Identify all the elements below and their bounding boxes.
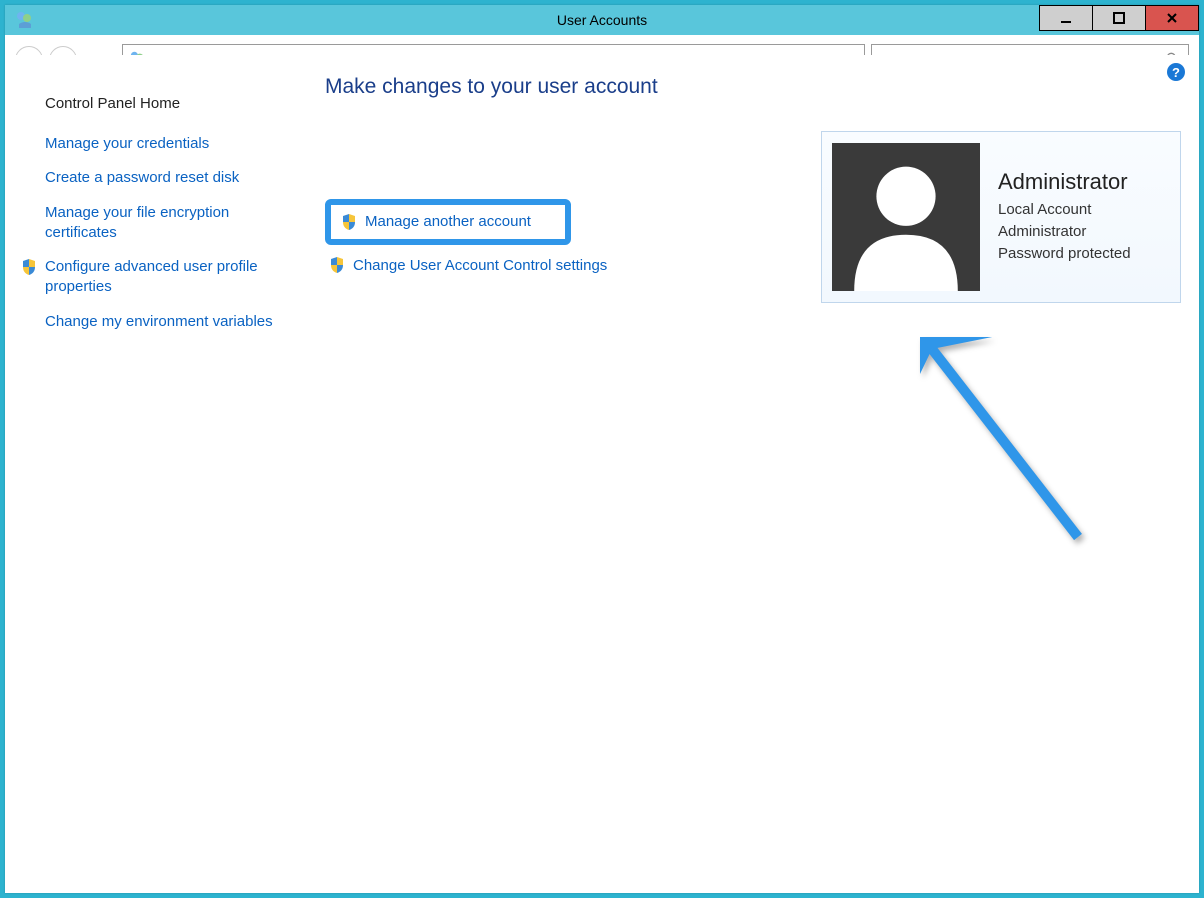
link-label: Manage another account [365,213,531,230]
user-password-status: Password protected [998,243,1131,265]
link-label: Change my environment variables [45,313,273,330]
window: User Accounts ← → ▾ ↑ ▶ Control Panel ▶ … [5,5,1199,893]
sidebar-link-advanced-profile[interactable]: Configure advanced user profile properti… [45,257,285,298]
page-heading: Make changes to your user account [325,75,1179,99]
maximize-button[interactable] [1093,5,1146,31]
user-role: Administrator [998,221,1131,243]
link-label: Change User Account Control settings [353,257,607,274]
user-meta: Administrator Local Account Administrato… [998,169,1131,264]
main-panel: Make changes to your user account Manage… [305,75,1199,893]
change-uac-settings-link[interactable]: Change User Account Control settings [325,255,611,276]
shield-icon [329,257,345,273]
sidebar-link-env-variables[interactable]: Change my environment variables [45,312,285,332]
titlebar: User Accounts [5,5,1199,35]
link-label: Create a password reset disk [45,169,239,186]
user-card: Administrator Local Account Administrato… [821,131,1181,303]
shield-icon [21,259,37,275]
content-area: ? Control Panel Home Manage your credent… [5,55,1199,893]
sidebar-link-password-reset-disk[interactable]: Create a password reset disk [45,168,285,188]
minimize-button[interactable] [1039,5,1093,31]
link-label: Manage your file encryption certificates [45,204,229,241]
window-title: User Accounts [5,5,1199,35]
sidebar-link-file-encryption-certs[interactable]: Manage your file encryption certificates [45,203,285,244]
link-label: Configure advanced user profile properti… [45,258,258,295]
sidebar: Control Panel Home Manage your credentia… [5,75,305,893]
annotation-highlight: Manage another account [325,199,571,245]
annotation-arrow [920,337,1100,557]
user-name: Administrator [998,169,1131,195]
manage-another-account-link[interactable]: Manage another account [337,211,535,232]
user-account-type: Local Account [998,199,1131,221]
window-controls [1039,5,1199,35]
control-panel-home-link[interactable]: Control Panel Home [45,95,285,112]
avatar [832,143,980,291]
sidebar-link-manage-credentials[interactable]: Manage your credentials [45,134,285,154]
link-label: Manage your credentials [45,135,209,152]
close-button[interactable] [1146,5,1199,31]
shield-icon [341,214,357,230]
